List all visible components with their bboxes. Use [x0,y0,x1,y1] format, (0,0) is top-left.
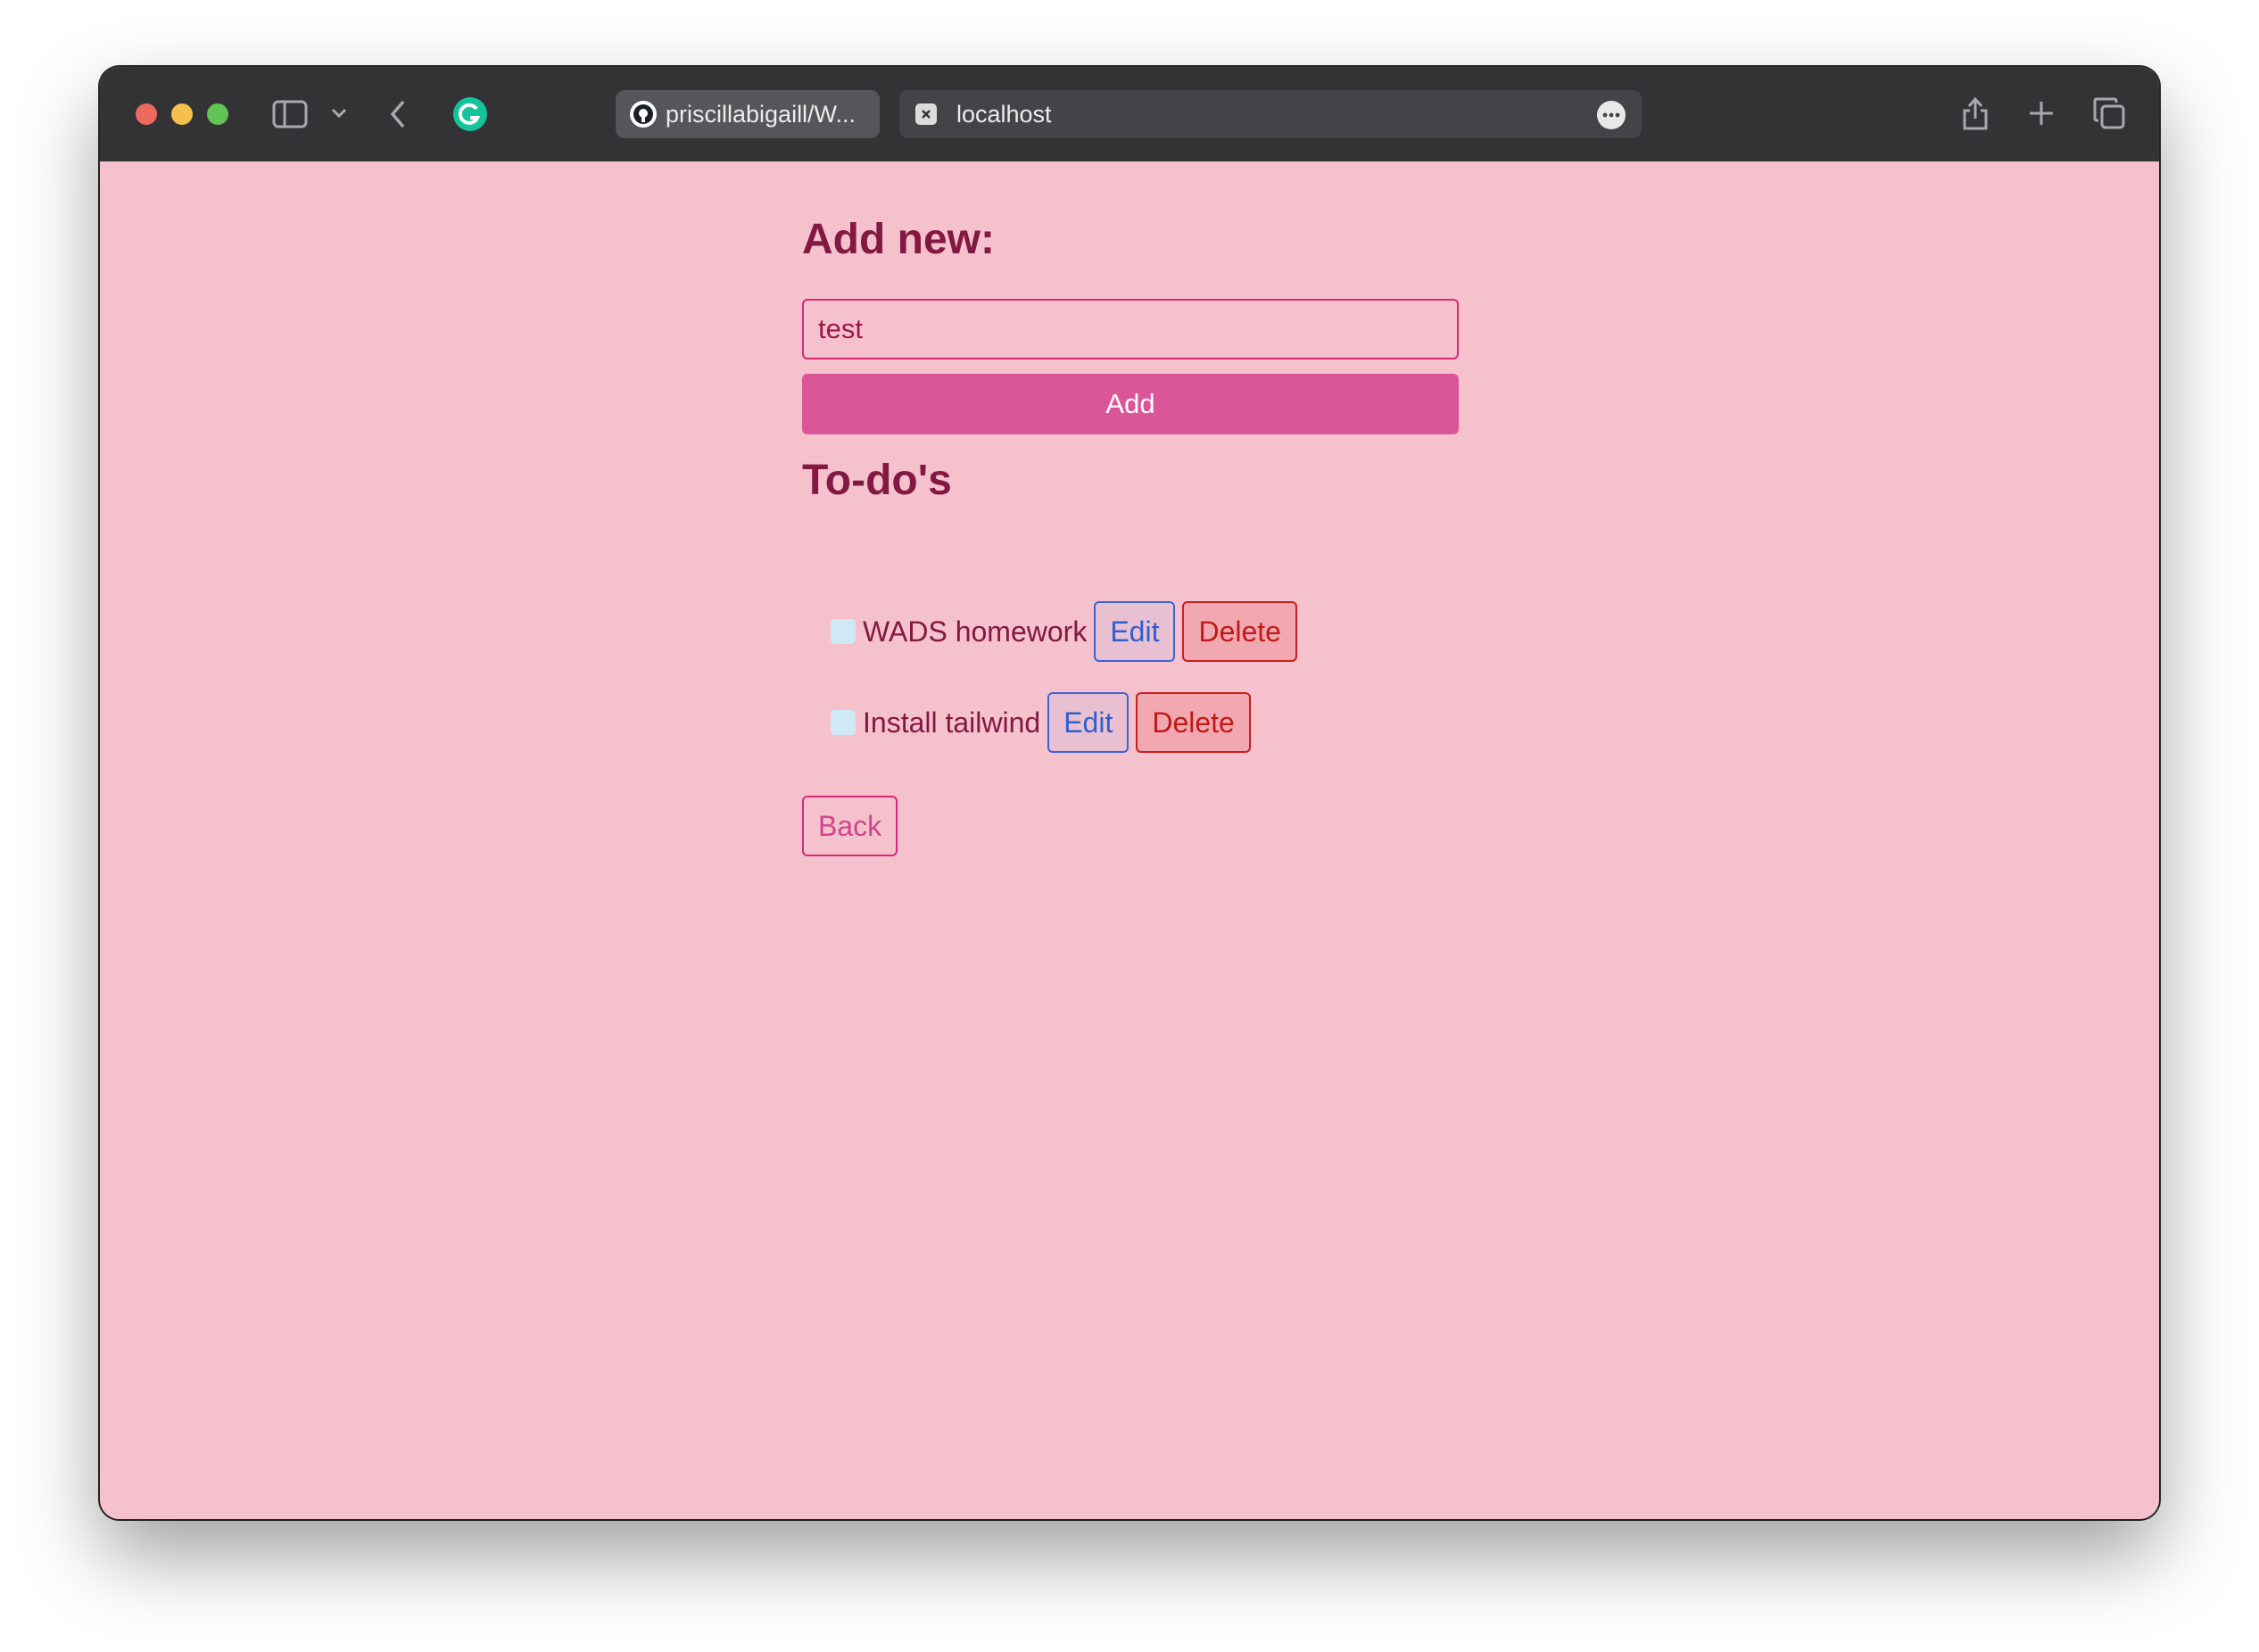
maximize-window-button[interactable] [207,103,228,125]
grammarly-icon[interactable] [452,96,488,132]
github-icon [630,101,657,128]
add-new-heading: Add new: [802,216,995,263]
browser-toolbar: priscillabigaill/W... localhost [100,67,2159,163]
todo-item: Install tailwind Edit Delete [831,692,1251,753]
page-content: Add new: Add To-do's WADS homework Edit … [100,161,2159,1519]
plus-icon[interactable] [2025,97,2057,129]
todo-checkbox[interactable] [831,710,856,735]
tab-github[interactable]: priscillabigaill/W... [616,90,880,138]
delete-button[interactable]: Delete [1182,601,1297,662]
minimize-window-button[interactable] [171,103,193,125]
browser-window: priscillabigaill/W... localhost Add new:… [100,67,2159,1519]
edit-button[interactable]: Edit [1094,601,1176,662]
todos-heading: To-do's [802,457,952,504]
share-icon[interactable] [1959,94,1991,133]
tabs-overview-icon[interactable] [2091,95,2127,131]
todo-text: Install tailwind [863,706,1041,739]
default-page-icon [915,103,937,125]
add-button[interactable]: Add [802,374,1459,434]
back-button[interactable]: Back [802,796,898,856]
edit-button[interactable]: Edit [1047,692,1130,753]
tab-label: localhost [956,100,1052,128]
delete-button[interactable]: Delete [1136,692,1251,753]
tab-localhost[interactable]: localhost [899,90,1642,138]
chevron-down-icon[interactable] [330,104,348,122]
sidebar-icon[interactable] [272,99,308,129]
todo-item: WADS homework Edit Delete [831,601,1297,662]
todo-text: WADS homework [863,615,1088,648]
more-options-icon[interactable] [1597,101,1626,129]
tab-label: priscillabigaill/W... [666,100,856,128]
new-todo-input[interactable] [802,299,1459,359]
todo-checkbox[interactable] [831,619,856,644]
back-arrow-icon[interactable] [387,99,409,129]
close-window-button[interactable] [136,103,157,125]
